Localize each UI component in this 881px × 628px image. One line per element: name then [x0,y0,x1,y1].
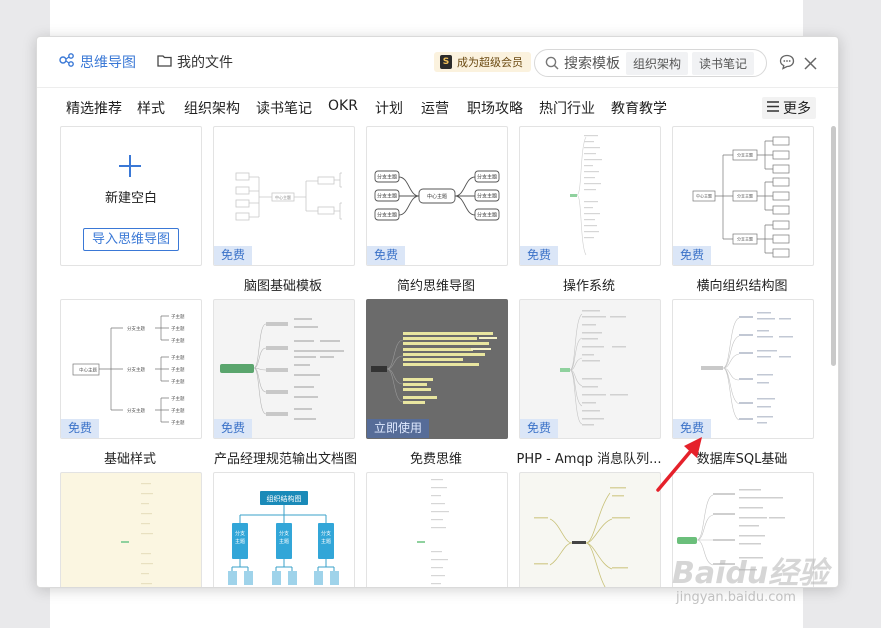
watermark-logo: Baidu经验 [672,556,829,591]
arrow-annotation [656,437,702,492]
watermark-url: jingyan.baidu.com [676,590,796,605]
